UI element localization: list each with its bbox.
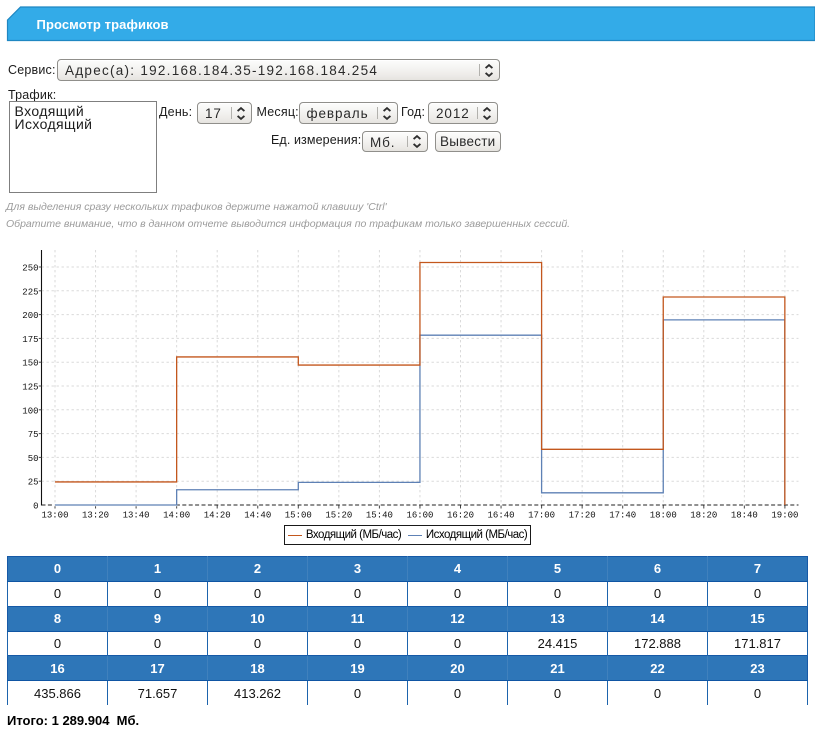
svg-text:18:40: 18:40 bbox=[731, 511, 758, 521]
svg-text:16:40: 16:40 bbox=[488, 511, 515, 521]
svg-text:200: 200 bbox=[22, 311, 38, 321]
svg-text:150: 150 bbox=[22, 359, 38, 369]
svg-text:25: 25 bbox=[28, 478, 39, 488]
svg-text:75: 75 bbox=[28, 430, 39, 440]
svg-text:13:00: 13:00 bbox=[41, 511, 68, 521]
svg-text:225: 225 bbox=[22, 287, 38, 297]
svg-text:14:00: 14:00 bbox=[163, 511, 190, 521]
svg-text:15:40: 15:40 bbox=[366, 511, 393, 521]
svg-text:15:00: 15:00 bbox=[285, 511, 312, 521]
svg-text:50: 50 bbox=[28, 454, 39, 464]
svg-text:14:40: 14:40 bbox=[244, 511, 271, 521]
svg-text:17:00: 17:00 bbox=[528, 511, 555, 521]
svg-text:19:00: 19:00 bbox=[771, 511, 798, 521]
svg-text:13:40: 13:40 bbox=[123, 511, 150, 521]
svg-text:100: 100 bbox=[22, 406, 38, 416]
svg-text:16:20: 16:20 bbox=[447, 511, 474, 521]
svg-text:14:20: 14:20 bbox=[204, 511, 231, 521]
svg-text:125: 125 bbox=[22, 383, 38, 393]
svg-text:13:20: 13:20 bbox=[82, 511, 109, 521]
svg-text:17:40: 17:40 bbox=[609, 511, 636, 521]
svg-text:17:20: 17:20 bbox=[569, 511, 596, 521]
svg-text:15:20: 15:20 bbox=[325, 511, 352, 521]
svg-text:250: 250 bbox=[22, 264, 38, 274]
svg-text:175: 175 bbox=[22, 335, 38, 345]
svg-text:18:20: 18:20 bbox=[690, 511, 717, 521]
svg-text:18:00: 18:00 bbox=[650, 511, 677, 521]
svg-text:0: 0 bbox=[33, 502, 38, 512]
svg-text:16:00: 16:00 bbox=[406, 511, 433, 521]
